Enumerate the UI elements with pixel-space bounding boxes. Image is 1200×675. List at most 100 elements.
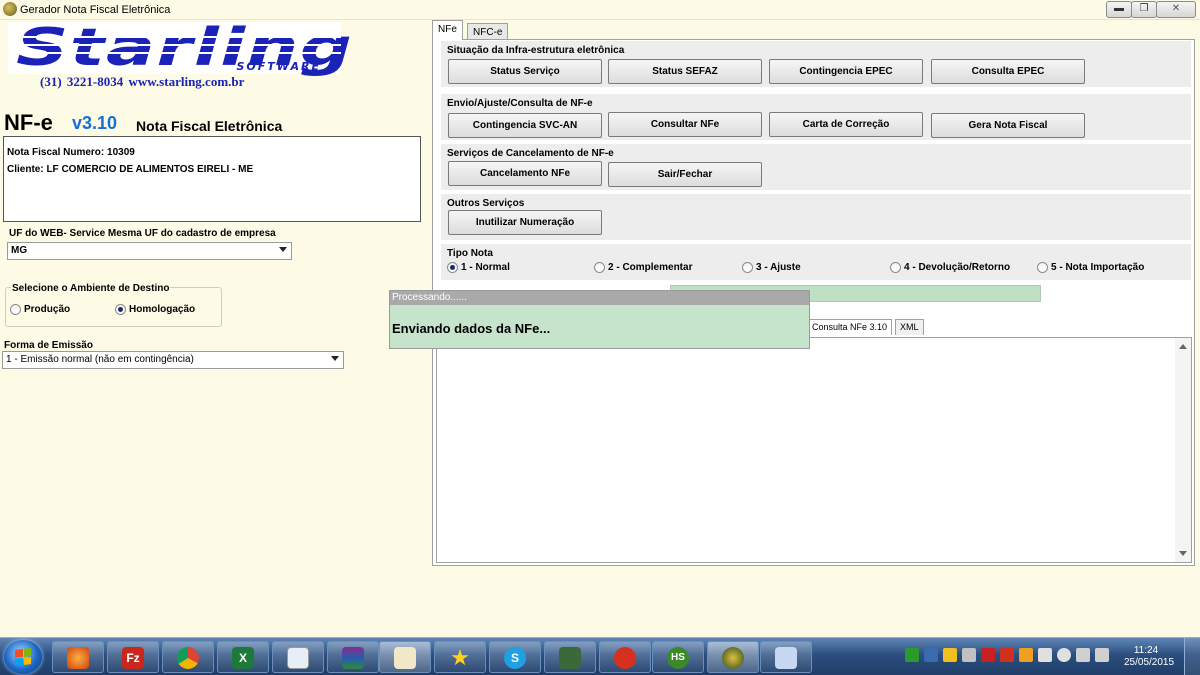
close-button[interactable]: ✕ xyxy=(1156,1,1196,18)
taskbar-app-red[interactable] xyxy=(599,641,651,673)
section-title: Outros Serviços xyxy=(447,198,525,209)
uf-value: MG xyxy=(11,245,28,256)
taskbar-excel[interactable]: X xyxy=(217,641,269,673)
taskbar-favorites[interactable]: ★ xyxy=(434,641,486,673)
consulta-epec-button[interactable]: Consulta EPEC xyxy=(931,59,1085,84)
contingencia-svc-an-button[interactable]: Contingencia SVC-AN xyxy=(448,113,602,138)
taskbar-monitor[interactable] xyxy=(544,641,596,673)
emissao-value: 1 - Emissão normal (não em contingência) xyxy=(6,354,194,365)
tray-adobe-icon[interactable] xyxy=(981,648,995,662)
tab-xml[interactable]: XML xyxy=(895,319,924,335)
radio-tipo-normal[interactable]: 1 - Normal xyxy=(447,262,510,273)
taskbar-firefox[interactable] xyxy=(52,641,104,673)
winrar-icon xyxy=(342,647,364,669)
radio-dot xyxy=(10,304,21,315)
radio-producao[interactable]: Produção xyxy=(10,304,70,315)
clock-time: 11:24 xyxy=(1133,645,1159,656)
firefox-icon xyxy=(67,647,89,669)
status-sefaz-button[interactable]: Status SEFAZ xyxy=(608,59,762,84)
radio-label: 4 - Devolução/Retorno xyxy=(904,262,1011,273)
tray-acrobat-icon[interactable] xyxy=(1000,648,1014,662)
consultar-nfe-button[interactable]: Consultar NFe xyxy=(608,112,762,137)
taskbar-clock[interactable]: 11:24 25/05/2015 xyxy=(1124,645,1175,669)
globe-icon xyxy=(722,647,744,669)
gera-nota-fiscal-button[interactable]: Gera Nota Fiscal xyxy=(931,113,1085,138)
inutilizar-numeracao-button[interactable]: Inutilizar Numeração xyxy=(448,210,602,235)
starling-logo: Starling SOFTWARE xyxy=(8,18,352,78)
logo-stripe xyxy=(8,52,341,54)
tab-consulta-nfe[interactable]: Consulta NFe 3.10 xyxy=(807,319,893,335)
processing-message: Enviando dados da NFe... xyxy=(392,321,551,336)
tab-nfe[interactable]: NFe xyxy=(432,20,463,40)
show-desktop-button[interactable] xyxy=(1184,638,1200,675)
hs-icon: HS xyxy=(667,647,689,669)
radio-label: 1 - Normal xyxy=(461,262,510,273)
notepad-icon xyxy=(394,647,416,669)
sair-fechar-button[interactable]: Sair/Fechar xyxy=(608,162,762,187)
tray-network-icon[interactable] xyxy=(1076,648,1090,662)
scroll-down-icon[interactable] xyxy=(1179,551,1187,556)
product-subtitle: Nota Fiscal Eletrônica xyxy=(136,118,283,134)
radio-label: 3 - Ajuste xyxy=(756,262,801,273)
radio-homologacao[interactable]: Homologação xyxy=(115,304,195,315)
tray-flag-icon[interactable] xyxy=(1038,648,1052,662)
radio-label: Produção xyxy=(24,304,71,315)
start-button[interactable] xyxy=(4,640,42,674)
status-servico-button[interactable]: Status Serviço xyxy=(448,59,602,84)
radio-label: 5 - Nota Importação xyxy=(1051,262,1145,273)
processing-header: Processando...... xyxy=(390,291,809,305)
tray-warning-icon[interactable] xyxy=(1019,648,1033,662)
taskbar-globe[interactable] xyxy=(707,641,759,673)
scroll-up-icon[interactable] xyxy=(1179,344,1187,349)
uf-label: UF do WEB- Service Mesma UF do cadastro … xyxy=(9,228,276,239)
product-version: v3.10 xyxy=(72,113,118,133)
section-title: Serviços de Cancelamento de NF-e xyxy=(447,148,614,159)
tray-app-icon[interactable] xyxy=(924,648,938,662)
taskbar-filezilla[interactable]: Fz xyxy=(107,641,159,673)
radio-tipo-ajuste[interactable]: 3 - Ajuste xyxy=(742,262,801,273)
response-textarea[interactable] xyxy=(436,337,1192,563)
section-title: Situação da Infra-estrutura eletrônica xyxy=(447,45,625,56)
taskbar-chrome[interactable] xyxy=(162,641,214,673)
chrome-icon xyxy=(177,647,199,669)
window-titlebar: Gerador Nota Fiscal Eletrônica ▬ ❐ ✕ xyxy=(0,0,1200,20)
emissao-select[interactable]: 1 - Emissão normal (não em contingência) xyxy=(2,351,344,369)
maximize-button[interactable]: ❐ xyxy=(1131,1,1157,18)
logo-tagline: SOFTWARE xyxy=(236,60,321,73)
carta-correcao-button[interactable]: Carta de Correção xyxy=(769,112,923,137)
radio-dot xyxy=(1037,262,1048,273)
filezilla-icon: Fz xyxy=(122,647,144,669)
taskbar-window-app[interactable] xyxy=(272,641,324,673)
taskbar-notepad[interactable] xyxy=(379,641,431,673)
taskbar-winrar[interactable] xyxy=(327,641,379,673)
radio-dot xyxy=(742,262,753,273)
app-icon xyxy=(3,2,17,16)
vertical-scrollbar[interactable] xyxy=(1175,338,1191,562)
uf-select[interactable]: MG xyxy=(7,242,292,260)
taskbar-hs[interactable]: HS xyxy=(652,641,704,673)
radio-tipo-importacao[interactable]: 5 - Nota Importação xyxy=(1037,262,1144,273)
minimize-button[interactable]: ▬ xyxy=(1106,1,1132,18)
logo-stripe xyxy=(8,36,341,38)
radio-dot xyxy=(594,262,605,273)
radio-dot-selected xyxy=(447,262,458,273)
contingencia-epec-button[interactable]: Contingencia EPEC xyxy=(769,59,923,84)
taskbar-skype[interactable]: S xyxy=(489,641,541,673)
logo-stripe xyxy=(8,44,341,46)
tray-yellow-icon[interactable] xyxy=(943,648,957,662)
clock-date: 25/05/2015 xyxy=(1124,657,1175,668)
tray-green-icon[interactable] xyxy=(905,648,919,662)
tray-volume-icon[interactable] xyxy=(1095,648,1109,662)
product-name: NF-e xyxy=(4,110,53,135)
taskbar-paint[interactable] xyxy=(760,641,812,673)
radio-tipo-complementar[interactable]: 2 - Complementar xyxy=(594,262,692,273)
emissao-label: Forma de Emissão xyxy=(4,340,93,351)
chevron-down-icon xyxy=(279,247,287,252)
radio-label: 2 - Complementar xyxy=(608,262,693,273)
monitor-icon xyxy=(559,647,581,669)
excel-icon: X xyxy=(232,647,254,669)
radio-tipo-devolucao[interactable]: 4 - Devolução/Retorno xyxy=(890,262,1010,273)
tray-clock-icon[interactable] xyxy=(1057,648,1071,662)
tray-grey-icon[interactable] xyxy=(962,648,976,662)
cancelamento-nfe-button[interactable]: Cancelamento NFe xyxy=(448,161,602,186)
